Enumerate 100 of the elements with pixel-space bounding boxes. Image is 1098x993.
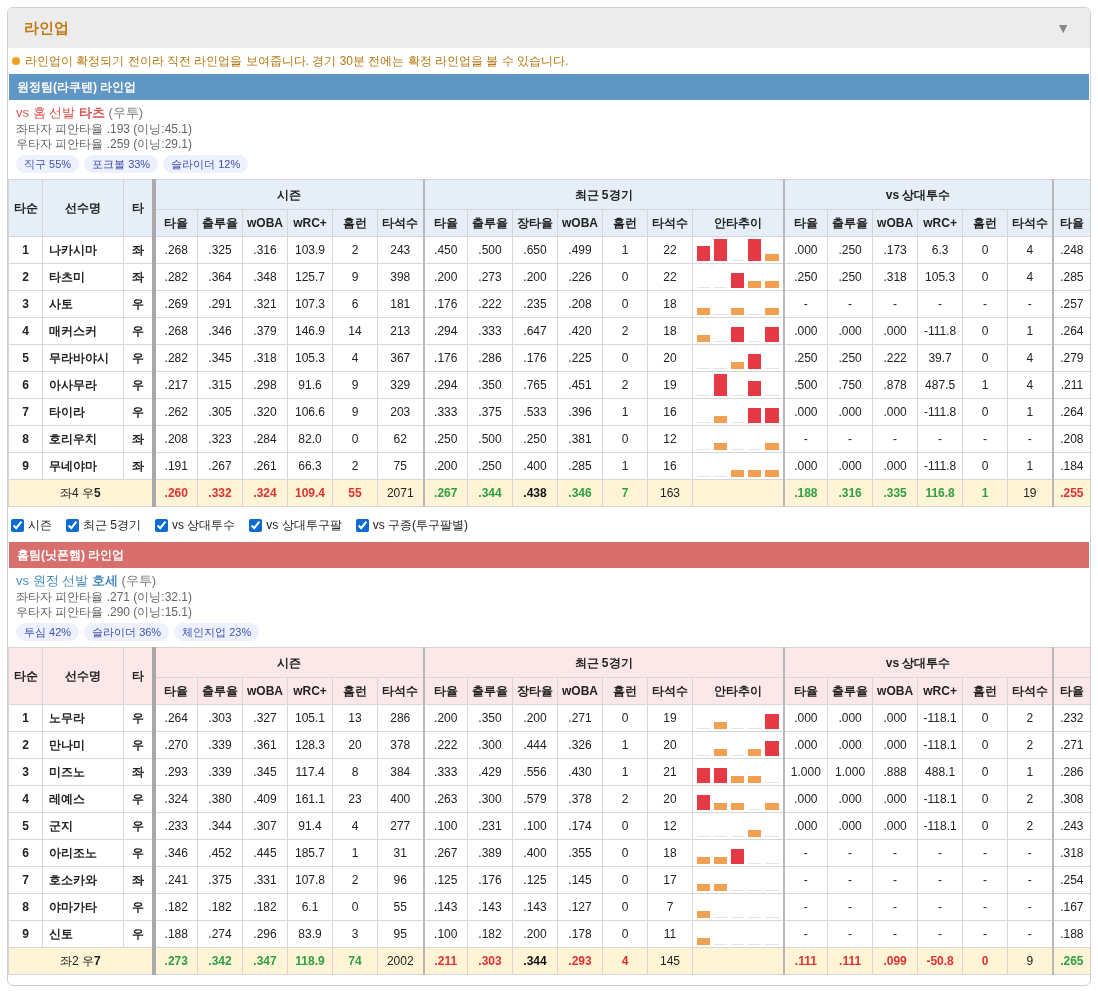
table-cell: .279 [1052, 344, 1090, 372]
table-cell: 0 [602, 290, 648, 318]
table-cell: .389 [467, 839, 513, 867]
table-cell: .100 [512, 812, 558, 840]
checkbox-label[interactable]: vs 구종(투구팔별) [372, 516, 469, 534]
table-cell: .321 [242, 290, 288, 318]
table-cell: .000 [872, 785, 918, 813]
table-cell: 18 [647, 317, 693, 345]
table-cell: - [872, 290, 918, 318]
table-cell: .143 [423, 893, 468, 921]
pitch-mix-chip: 포크볼 33% [84, 155, 159, 173]
table-cell: .250 [423, 425, 468, 453]
player-name: 무네야마 [42, 452, 124, 480]
hit-bar [748, 281, 762, 288]
table-cell: 3 [8, 758, 43, 786]
table-cell: 9 [332, 371, 378, 399]
table-cell: 82.0 [287, 425, 333, 453]
table-cell: .254 [1052, 866, 1090, 894]
hit-bar [765, 408, 779, 423]
checkbox-label[interactable]: vs 상대투수 [172, 516, 236, 534]
column-group-header: vs 상대투수 [783, 647, 1053, 678]
hit-bar [697, 246, 711, 261]
hit-bar [697, 884, 711, 891]
table-cell: .346 [197, 317, 243, 345]
hit-bar [748, 776, 762, 783]
checkbox[interactable] [155, 518, 168, 532]
table-cell: .191 [153, 452, 198, 480]
table-cell: .344 [197, 812, 243, 840]
table-cell: .000 [827, 452, 873, 480]
table-cell: -118.1 [917, 704, 963, 732]
table-cell: 2 [8, 731, 43, 759]
table-cell: .339 [197, 731, 243, 759]
table-cell: .320 [242, 398, 288, 426]
table-cell: .282 [153, 344, 198, 372]
checkbox-label[interactable]: 시즌 [28, 516, 52, 534]
hit-bar [697, 857, 711, 864]
player-name: 군지 [42, 812, 124, 840]
table-cell: 17 [647, 866, 693, 894]
table-cell: - [962, 425, 1008, 453]
table-cell: 91.6 [287, 371, 333, 399]
hit-bar [731, 273, 745, 288]
checkbox[interactable] [11, 518, 24, 532]
table-cell: .291 [197, 290, 243, 318]
table-cell: - [827, 425, 873, 453]
table-cell: .000 [827, 812, 873, 840]
table-cell: .222 [872, 344, 918, 372]
table-cell: .182 [197, 893, 243, 921]
table-cell: .226 [557, 263, 603, 291]
table-cell: 4 [8, 317, 43, 345]
table-cell: .268 [153, 317, 198, 345]
table-cell: .282 [153, 263, 198, 291]
table-cell: 7 [8, 866, 43, 894]
column-group-header: 최근 5경기 [423, 647, 784, 678]
hit-bar [765, 714, 779, 729]
table-cell: .250 [827, 236, 873, 264]
table-cell: .264 [1052, 317, 1090, 345]
table-cell: 0 [602, 263, 648, 291]
table-cell: - [827, 839, 873, 867]
table-cell: 우 [123, 371, 154, 399]
table-cell: 105.1 [287, 704, 333, 732]
table-cell: - [962, 866, 1008, 894]
split-stat-text: 우타자 피안타율 .259 (이닝:29.1) [16, 137, 194, 152]
table-cell: 2 [8, 263, 43, 291]
hit-bar [731, 470, 745, 477]
table-cell: 0 [602, 893, 648, 921]
table-cell: .255 [1052, 479, 1090, 507]
player-name: 미즈노 [42, 758, 124, 786]
table-cell: 488.1 [917, 758, 963, 786]
checkbox[interactable] [66, 518, 79, 532]
checkbox-label[interactable]: 최근 5경기 [83, 516, 141, 534]
table-cell: 1 [8, 704, 43, 732]
checkbox[interactable] [249, 518, 263, 532]
column-header: 안타추이 [692, 209, 784, 237]
player-name: 타이라 [42, 398, 124, 426]
table-cell: 117.4 [287, 758, 333, 786]
checkbox[interactable] [355, 518, 369, 532]
table-cell: .208 [557, 290, 603, 318]
table-cell: 5 [8, 344, 43, 372]
pitch-mix-chip: 직구 55% [16, 155, 80, 173]
table-cell: 39.7 [917, 344, 963, 372]
table-cell: .260 [153, 479, 198, 507]
table-cell: 0 [962, 947, 1008, 975]
checkbox-label[interactable]: vs 상대투구팔 [266, 516, 342, 534]
table-cell: .324 [153, 785, 198, 813]
table-cell: .339 [197, 758, 243, 786]
column-header: 타순 [8, 647, 43, 705]
split-stat-text: 우타자 피안타율 .290 (이닝:15.1) [16, 605, 194, 620]
hit-bar [765, 281, 779, 288]
table-cell: 7 [647, 893, 693, 921]
table-cell: 2 [602, 317, 648, 345]
table-cell: .000 [872, 317, 918, 345]
table-cell: 2 [332, 866, 378, 894]
table-cell: 145 [647, 947, 693, 975]
table-cell: .188 [783, 479, 828, 507]
hit-bar [697, 335, 711, 342]
table-cell: 107.8 [287, 866, 333, 894]
table-cell: .000 [827, 731, 873, 759]
table-cell: 좌 [123, 758, 154, 786]
table-cell: 6 [8, 839, 43, 867]
table-cell: .293 [153, 758, 198, 786]
